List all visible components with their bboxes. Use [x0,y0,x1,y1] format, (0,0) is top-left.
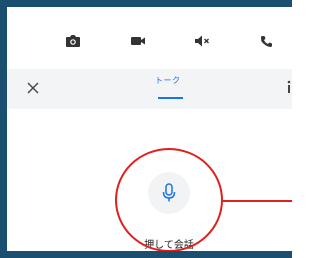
phone-icon[interactable] [252,27,280,55]
tab-active-indicator [158,97,183,99]
close-icon [27,82,39,94]
annotation-callout-line [223,200,292,202]
close-button[interactable] [22,77,44,99]
tab-talk[interactable]: トーク [155,75,181,86]
volume-mute-icon[interactable] [188,27,216,55]
annotation-highlight-circle [115,148,223,251]
app-window: トーク 押して会話 [0,0,292,258]
camera-icon[interactable] [59,27,87,55]
call-toolbar [7,7,292,69]
info-icon[interactable] [286,79,292,93]
conversation-header: トーク [7,69,292,109]
video-icon[interactable] [124,27,152,55]
